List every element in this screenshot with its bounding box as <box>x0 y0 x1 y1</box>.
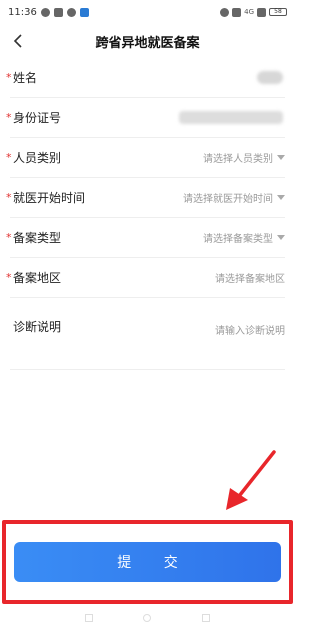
dropdown-caret-icon <box>277 155 285 160</box>
start-date-placeholder: 请选择就医开始时间 <box>183 194 273 205</box>
registration-region-field[interactable]: * 备案地区 请选择备案地区 <box>6 258 285 298</box>
start-date-field[interactable]: * 就医开始时间 请选择就医开始时间 <box>6 178 285 218</box>
registration-type-placeholder: 请选择备案类型 <box>203 234 273 245</box>
status-bar: 11:36 4G 58 <box>0 0 295 24</box>
diagnosis-field[interactable]: 诊断说明 请输入诊断说明 <box>10 298 285 370</box>
status-left: 11:36 <box>8 7 89 18</box>
status-right: 4G 58 <box>220 7 287 17</box>
system-nav-bar <box>0 605 295 630</box>
status-time: 11:36 <box>8 6 37 18</box>
dropdown-caret-icon <box>277 235 285 240</box>
signal-icon <box>257 7 266 17</box>
vibrate-icon <box>232 7 242 17</box>
name-value[interactable] <box>257 71 285 84</box>
start-date-label: 就医开始时间 <box>13 191 86 205</box>
id-number-label: 身份证号 <box>13 111 62 125</box>
dropdown-caret-icon <box>277 195 285 200</box>
required-mark: * <box>6 111 12 124</box>
diagnosis-placeholder: 请输入诊断说明 <box>215 326 285 337</box>
back-nav-icon[interactable] <box>201 613 210 622</box>
id-number-value[interactable] <box>179 111 285 124</box>
required-mark: * <box>6 191 12 204</box>
chat-icon <box>66 7 76 17</box>
submit-button[interactable]: 提 交 <box>14 542 281 582</box>
page-title: 跨省异地就医备案 <box>95 35 200 51</box>
back-button[interactable] <box>6 28 30 54</box>
registration-region-select[interactable]: 请选择备案地区 <box>215 270 285 285</box>
personnel-category-placeholder: 请选择人员类别 <box>203 154 273 165</box>
app-icon <box>79 7 89 17</box>
alarm-icon <box>220 7 230 17</box>
home-icon[interactable] <box>143 613 152 622</box>
name-field[interactable]: * 姓名 <box>6 58 285 98</box>
nav-bar: 跨省异地就医备案 <box>0 24 295 58</box>
registration-region-label: 备案地区 <box>13 271 62 285</box>
registration-type-select[interactable]: 请选择备案类型 <box>203 230 285 245</box>
blurred-id-number <box>179 111 283 124</box>
registration-form: * 姓名 * 身份证号 * 人员类别 请选择人员类别 * 就医开始时间 请选择就… <box>0 58 295 370</box>
personnel-category-select[interactable]: 请选择人员类别 <box>203 150 285 165</box>
required-mark: * <box>6 71 12 84</box>
blurred-name <box>257 71 283 84</box>
red-arrow-icon <box>226 450 276 510</box>
required-mark: * <box>6 151 12 164</box>
network-label: 4G <box>244 8 254 16</box>
registration-region-placeholder: 请选择备案地区 <box>215 274 285 285</box>
registration-type-label: 备案类型 <box>13 231 62 245</box>
submit-highlight-box: 提 交 <box>2 520 293 604</box>
diagnosis-input[interactable]: 请输入诊断说明 <box>215 322 285 337</box>
chevron-left-icon <box>13 34 22 48</box>
recents-icon[interactable] <box>85 613 94 622</box>
registration-type-field[interactable]: * 备案类型 请选择备案类型 <box>6 218 285 258</box>
start-date-select[interactable]: 请选择就医开始时间 <box>183 190 285 205</box>
id-number-field[interactable]: * 身份证号 <box>6 98 285 138</box>
personnel-category-label: 人员类别 <box>13 151 62 165</box>
personnel-category-field[interactable]: * 人员类别 请选择人员类别 <box>6 138 285 178</box>
notification-icon <box>40 7 50 17</box>
battery-icon: 58 <box>269 8 287 16</box>
message-icon <box>53 7 63 17</box>
required-mark: * <box>6 231 12 244</box>
name-label: 姓名 <box>13 71 38 85</box>
diagnosis-label: 诊断说明 <box>13 320 62 334</box>
required-mark: * <box>6 271 12 284</box>
